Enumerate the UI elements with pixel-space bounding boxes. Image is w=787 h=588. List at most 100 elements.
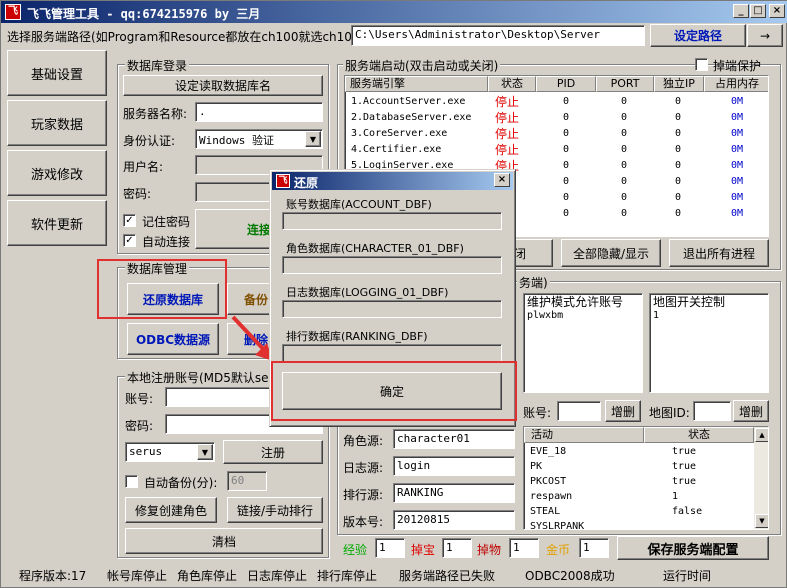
server-cell-ip: 0	[675, 144, 682, 155]
map-add-del-button[interactable]: 增删	[733, 400, 769, 422]
drop-input[interactable]: 1	[442, 538, 472, 558]
protect-checkbox[interactable]	[695, 58, 708, 71]
auto-backup-input[interactable]: 60	[227, 471, 267, 491]
remember-password-checkbox[interactable]: ✓	[123, 214, 136, 227]
col-header-status[interactable]: 状态	[488, 76, 536, 92]
ranking-db-input[interactable]	[282, 344, 502, 362]
map-list[interactable]: 地图开关控制 1	[649, 293, 769, 393]
version-label: 版本号:	[343, 515, 384, 529]
exp-input[interactable]: 1	[375, 538, 405, 558]
server-start-group-label: 服务端启动(双击启动或关闭)	[343, 57, 501, 74]
maint-account-input[interactable]	[557, 401, 601, 421]
col-header-mem[interactable]: 占用内存	[704, 76, 768, 92]
character-db-input[interactable]	[282, 256, 502, 274]
col-header-engine[interactable]: 服务端引擎	[345, 76, 488, 92]
server-cell-pid: 0	[563, 208, 570, 219]
activity-name[interactable]: PK	[530, 459, 542, 475]
activity-state: true	[672, 461, 697, 472]
activity-state: false	[672, 506, 703, 517]
activity-name[interactable]: SYSLRPANK	[530, 519, 584, 529]
server-cell-ip: 0	[675, 208, 682, 219]
register-button[interactable]: 注册	[223, 440, 323, 464]
scroll-up-icon[interactable]: ▲	[755, 428, 768, 442]
chevron-down-icon[interactable]: ▼	[197, 444, 213, 460]
server-cell-mem: 0M	[731, 176, 744, 187]
status-account-db: 帐号库停止	[107, 569, 168, 583]
col-header-activity[interactable]: 活动	[524, 427, 644, 443]
col-header-pid[interactable]: PID	[536, 76, 596, 92]
restore-dialog-title: 还原	[294, 176, 319, 190]
auth-select[interactable]: Windows 验证	[195, 129, 323, 149]
save-config-button[interactable]: 保存服务端配置	[617, 536, 769, 560]
server-cell-pid: 0	[563, 128, 570, 139]
remember-password-label: 记住密码	[142, 215, 191, 229]
maint-add-del-button[interactable]: 增删	[605, 400, 641, 422]
app-icon: 飞	[5, 4, 21, 20]
arrow-button[interactable]: →	[747, 24, 783, 47]
status-version: 程序版本:17	[19, 569, 87, 583]
server-cell-name[interactable]: 4.Certifier.exe	[351, 142, 441, 158]
status-rank-db: 排行库停止	[317, 569, 378, 583]
activity-scrollbar[interactable]: ▲ ▼	[754, 427, 768, 529]
server-cell-port: 0	[621, 192, 628, 203]
server-cell-name[interactable]: 2.DatabaseServer.exe	[351, 110, 471, 126]
maximize-button[interactable]: □	[750, 4, 766, 18]
activity-name[interactable]: respawn	[530, 489, 572, 505]
sidebar-item-game-modify[interactable]: 游戏修改	[7, 150, 107, 196]
activity-name[interactable]: PKCOST	[530, 474, 566, 490]
hide-show-all-button[interactable]: 全部隐藏/显示	[561, 239, 661, 267]
auto-backup-label: 自动备份(分):	[144, 476, 218, 490]
restore-highlight-box	[97, 259, 227, 319]
map-item[interactable]: 1	[653, 308, 659, 324]
sidebar-item-basic-settings[interactable]: 基础设置	[7, 50, 107, 96]
server-cell-mem: 0M	[731, 208, 744, 219]
col-header-ip[interactable]: 独立IP	[654, 76, 704, 92]
maintenance-item[interactable]: plwxbm	[527, 308, 563, 324]
status-log-db: 日志库停止	[247, 569, 308, 583]
item-drop-input[interactable]: 1	[509, 538, 539, 558]
auth-select-value: Windows 验证	[199, 134, 274, 147]
activity-list[interactable]: 活动 状态 EVE_18 true PK true PKCOST true respawn 1…	[523, 426, 769, 530]
minimize-button[interactable]: _	[733, 4, 749, 18]
activity-name[interactable]: EVE_18	[530, 444, 566, 460]
clear-data-button[interactable]: 清档	[125, 528, 323, 554]
col-header-port[interactable]: PORT	[596, 76, 654, 92]
server-cell-pid: 0	[563, 176, 570, 187]
exit-all-button[interactable]: 退出所有进程	[669, 239, 769, 267]
col-header-activity-state[interactable]: 状态	[644, 427, 754, 443]
map-id-input[interactable]	[693, 401, 731, 421]
logging-db-label: 日志数据库(LOGGING_01_DBF)	[286, 286, 449, 299]
role-source-input[interactable]: character01	[393, 429, 515, 449]
odbc-source-button[interactable]: ODBC数据源	[127, 323, 219, 355]
fix-role-button[interactable]: 修复创建角色	[125, 497, 217, 523]
set-path-button[interactable]: 设定路径	[650, 24, 746, 47]
link-rank-button[interactable]: 链接/手动排行	[227, 497, 323, 523]
version-input[interactable]: 20120815	[393, 510, 515, 530]
sidebar-item-player-data[interactable]: 玩家数据	[7, 100, 107, 146]
server-cell-name[interactable]: 3.CoreServer.exe	[351, 126, 447, 142]
maintenance-list[interactable]: 维护模式允许账号 plwxbm	[523, 293, 643, 393]
rank-source-input[interactable]: RANKING	[393, 483, 515, 503]
scroll-down-icon[interactable]: ▼	[755, 514, 768, 528]
activity-name[interactable]: STEAL	[530, 504, 560, 520]
server-cell-ip: 0	[675, 96, 682, 107]
auto-connect-checkbox[interactable]: ✓	[123, 234, 136, 247]
server-cell-name[interactable]: 1.AccountServer.exe	[351, 94, 465, 110]
server-path-input[interactable]: C:\Users\Administrator\Desktop\Server	[351, 25, 645, 46]
chevron-down-icon[interactable]: ▼	[305, 131, 321, 147]
close-button[interactable]: ×	[769, 4, 785, 18]
server-cell-pid: 0	[563, 192, 570, 203]
account-db-input[interactable]	[282, 212, 502, 230]
gold-input[interactable]: 1	[579, 538, 609, 558]
rank-source-label: 排行源:	[343, 488, 384, 502]
read-db-name-button[interactable]: 设定读取数据库名	[123, 75, 323, 96]
server-cell-ip: 0	[675, 176, 682, 187]
sidebar-item-software-update[interactable]: 软件更新	[7, 200, 107, 246]
logging-db-input[interactable]	[282, 300, 502, 318]
log-source-input[interactable]: login	[393, 456, 515, 476]
auto-backup-checkbox[interactable]	[125, 475, 138, 488]
server-name-input[interactable]: .	[195, 102, 323, 122]
ok-highlight-box	[271, 361, 517, 421]
dialog-close-button[interactable]: ×	[494, 173, 510, 187]
window-title: 飞飞管理工具 - qq:674215976 by 三月	[27, 7, 261, 21]
